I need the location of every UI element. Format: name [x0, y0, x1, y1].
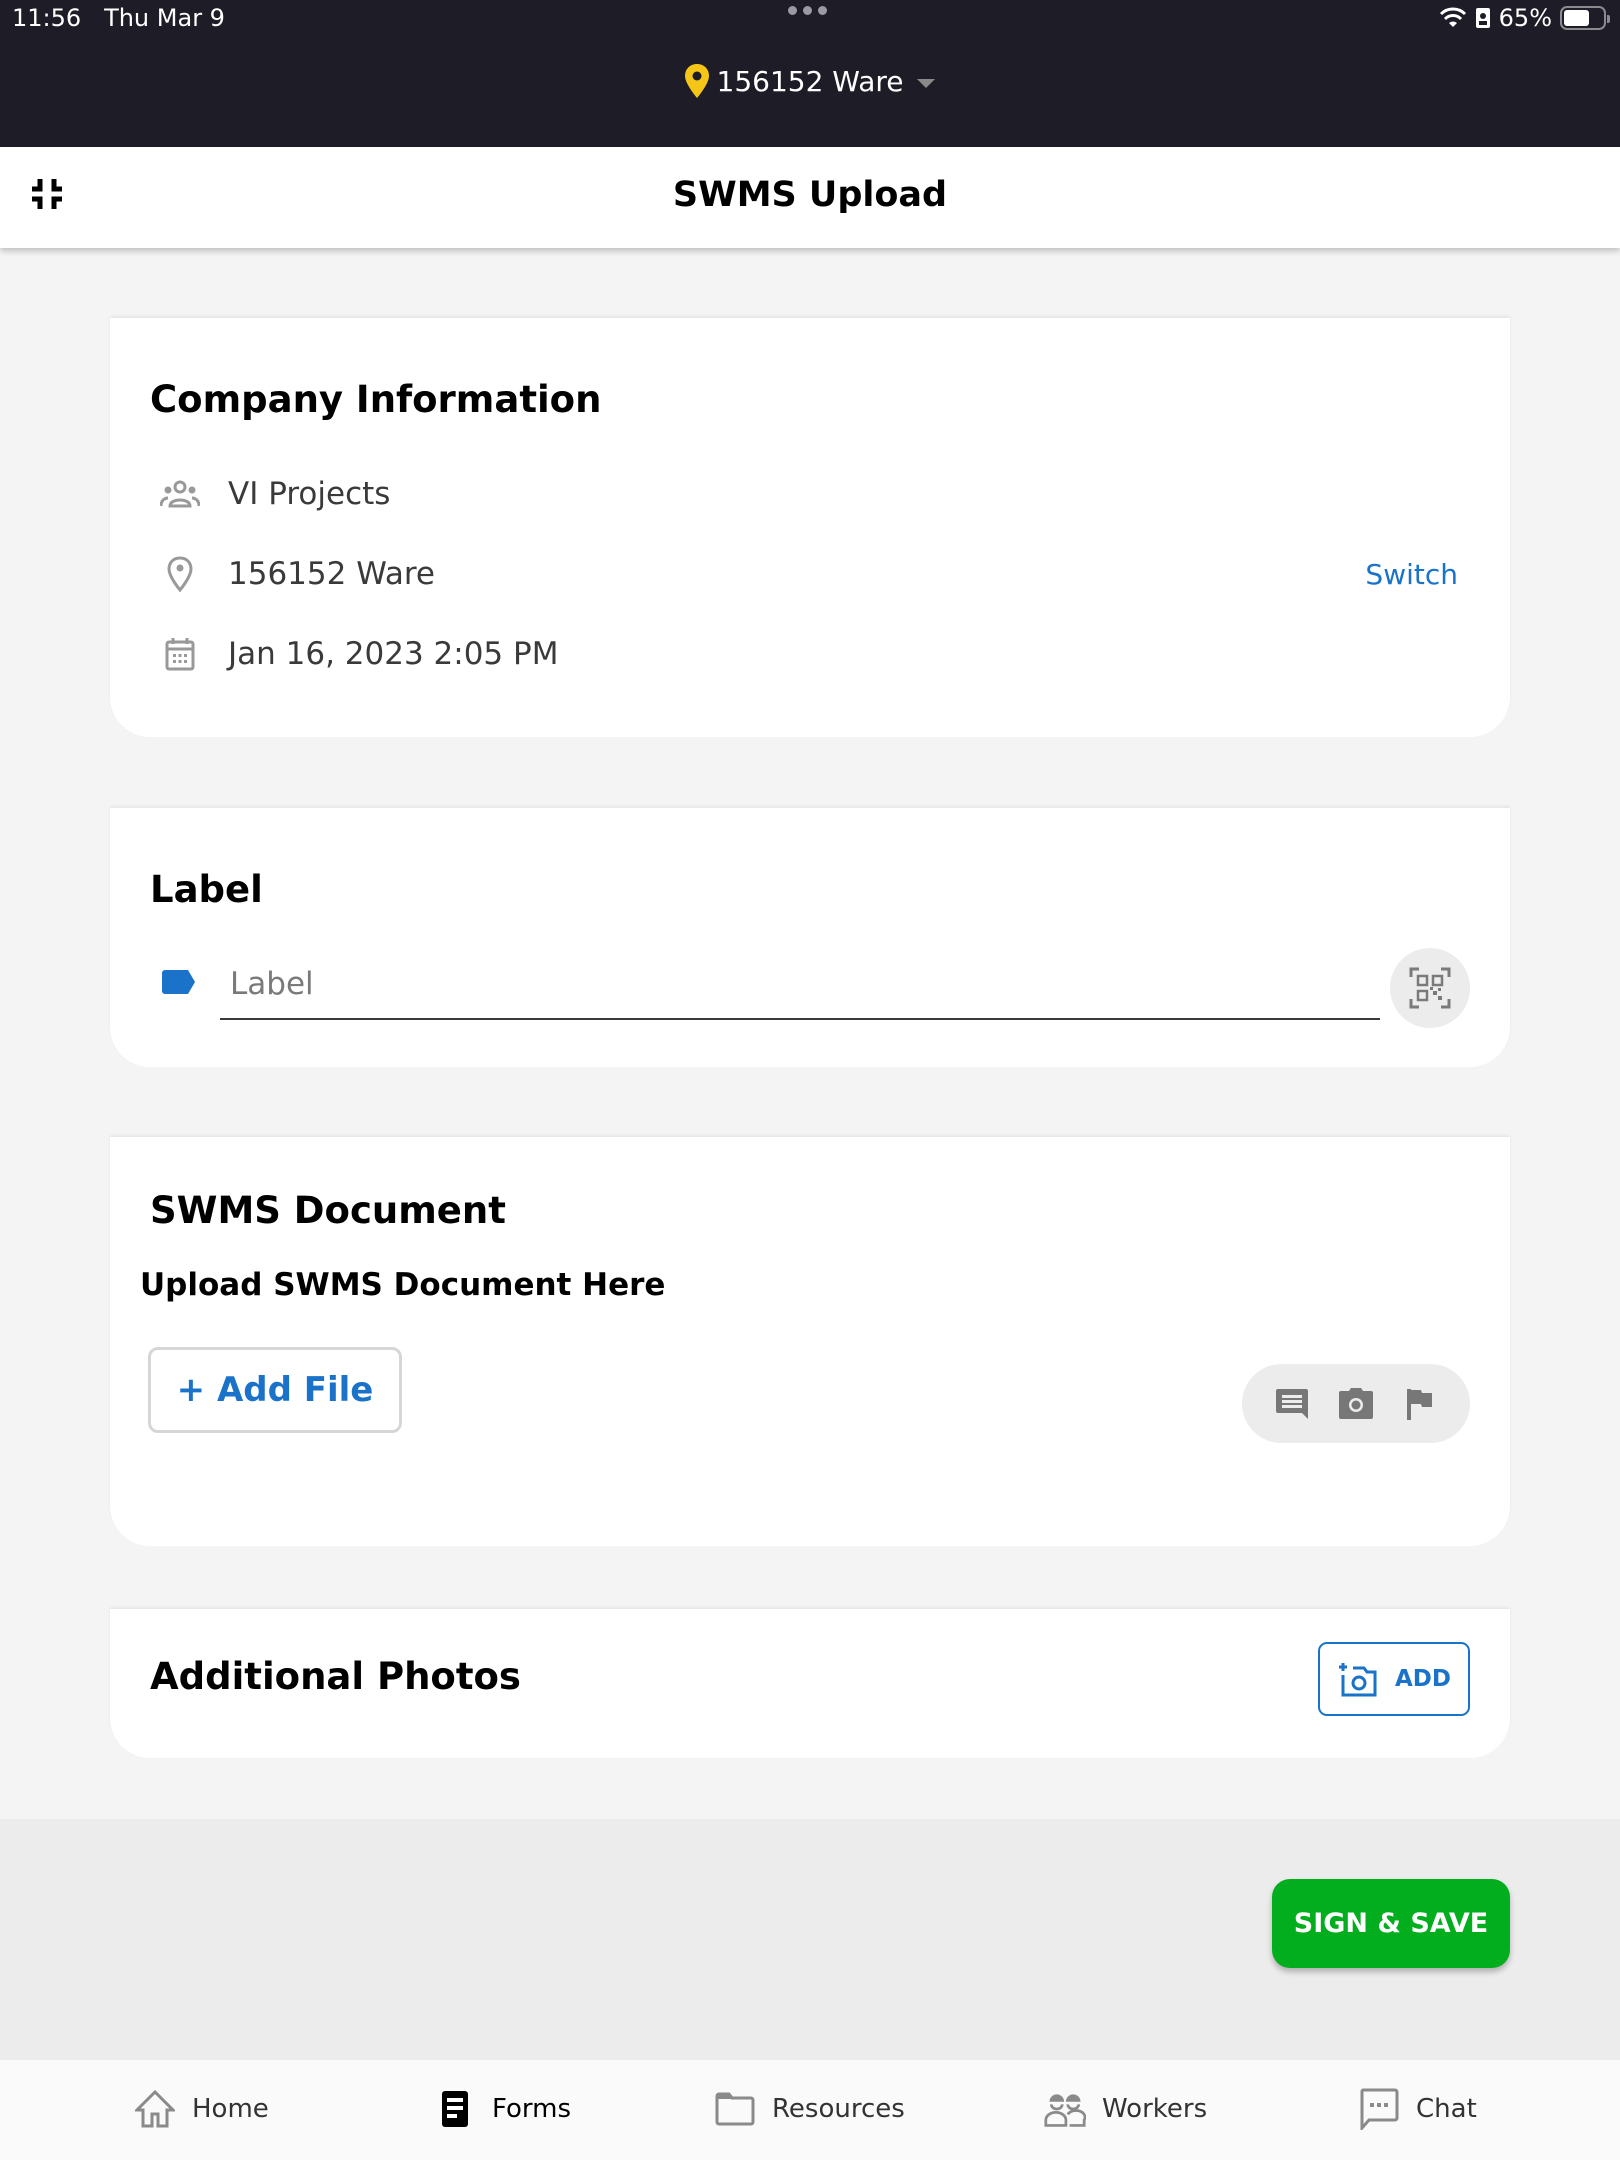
label-section-title: Label [150, 868, 263, 911]
location-name: 156152 Ware [228, 556, 435, 592]
nav-label-chat: Chat [1416, 2094, 1477, 2124]
add-photo-icon [1339, 1663, 1377, 1697]
label-card: Label [110, 808, 1510, 1067]
location-pin-outline-icon [158, 552, 202, 596]
company-name: VI Projects [228, 476, 391, 512]
folder-icon [714, 2088, 756, 2130]
qr-scan-icon [1409, 967, 1451, 1009]
additional-photos-card: Additional Photos ADD [110, 1609, 1510, 1758]
switch-location-link[interactable]: Switch [1365, 558, 1458, 591]
nav-item-forms[interactable]: Forms [434, 2088, 571, 2130]
workers-icon [1044, 2088, 1086, 2130]
battery-percent: 65% [1498, 4, 1552, 32]
chat-icon [1358, 2088, 1400, 2130]
qr-scan-button[interactable] [1390, 948, 1470, 1028]
add-file-button[interactable]: + Add File [148, 1347, 402, 1433]
nav-item-resources[interactable]: Resources [714, 2088, 905, 2130]
orientation-lock-icon [1475, 8, 1490, 28]
comment-button[interactable] [1272, 1384, 1312, 1424]
map-pin-icon [684, 64, 709, 98]
flag-button[interactable] [1400, 1384, 1440, 1424]
company-row: VI Projects [158, 472, 390, 516]
status-date: Thu Mar 9 [104, 4, 225, 32]
location-row: 156152 Ware [158, 552, 435, 596]
tag-icon [162, 970, 196, 998]
status-bar-time: 11:56 Thu Mar 9 [12, 4, 225, 32]
location-selector[interactable]: 156152 Ware [0, 64, 1620, 98]
flag-icon [1407, 1388, 1432, 1420]
nav-label-forms: Forms [492, 2094, 572, 2124]
top-header-bar: 11:56 Thu Mar 9 65% 156152 Ware [0, 0, 1620, 147]
camera-icon [1339, 1387, 1373, 1419]
footer-action-bar: SIGN & SAVE [0, 1819, 1620, 2060]
nav-item-workers[interactable]: Workers [1044, 2088, 1207, 2130]
chevron-down-icon [917, 78, 936, 88]
datetime-row: Jan 16, 2023 2:05 PM [158, 632, 558, 676]
add-photo-button[interactable]: ADD [1318, 1642, 1470, 1716]
nav-item-chat[interactable]: Chat [1358, 2088, 1477, 2130]
page-title: SWMS Upload [672, 175, 948, 215]
status-bar-indicators: 65% [1439, 4, 1610, 32]
location-selector-value: 156152 Ware [716, 64, 904, 98]
status-time: 11:56 [12, 4, 82, 32]
add-photo-label: ADD [1395, 1666, 1451, 1692]
multitasking-dots-icon[interactable] [788, 6, 827, 15]
label-input[interactable] [220, 950, 1380, 1020]
wifi-icon [1439, 7, 1466, 27]
upload-prompt: Upload SWMS Document Here [140, 1267, 666, 1303]
title-bar: SWMS Upload [0, 147, 1620, 248]
company-info-title: Company Information [150, 378, 602, 421]
camera-button[interactable] [1336, 1384, 1376, 1424]
people-group-icon [158, 472, 202, 516]
additional-photos-title: Additional Photos [150, 1655, 521, 1698]
document-actions [1242, 1364, 1470, 1443]
bottom-nav: Home Forms Resources Workers Chat [0, 2060, 1620, 2160]
forms-icon [434, 2088, 476, 2130]
datetime-value: Jan 16, 2023 2:05 PM [228, 636, 559, 672]
swms-document-card: SWMS Document Upload SWMS Document Here … [110, 1137, 1510, 1546]
nav-label-resources: Resources [772, 2094, 905, 2124]
sign-and-save-button[interactable]: SIGN & SAVE [1272, 1879, 1510, 1968]
nav-item-home[interactable]: Home [134, 2088, 269, 2130]
swms-document-title: SWMS Document [150, 1189, 506, 1232]
home-icon [134, 2088, 176, 2130]
calendar-icon [158, 632, 202, 676]
nav-label-workers: Workers [1102, 2094, 1208, 2124]
company-info-card: Company Information VI Projects 156152 W… [110, 318, 1510, 737]
comment-icon [1276, 1388, 1308, 1419]
battery-icon [1560, 6, 1610, 30]
nav-label-home: Home [192, 2094, 269, 2124]
